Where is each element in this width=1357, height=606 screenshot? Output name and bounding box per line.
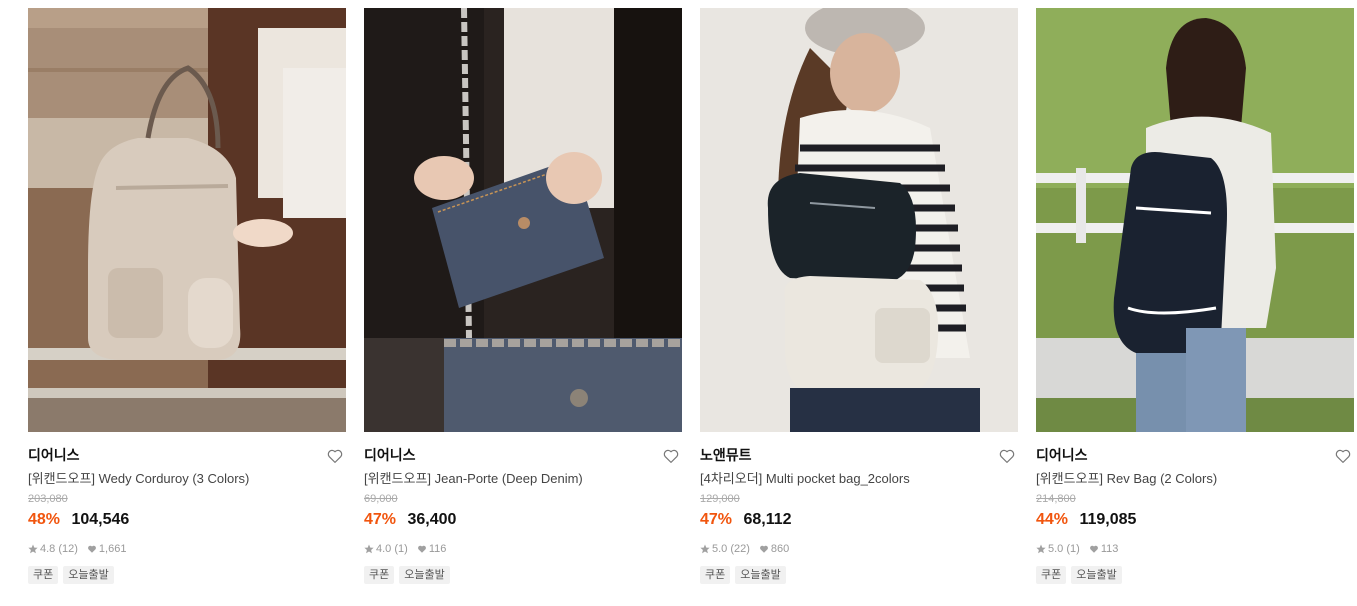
heart-outline-icon <box>1335 449 1351 463</box>
star-icon <box>28 544 38 554</box>
sale-price: 36,400 <box>407 511 457 528</box>
tag-coupon: 쿠폰 <box>28 566 59 584</box>
sale-price: 68,112 <box>743 511 792 528</box>
product-image[interactable] <box>28 8 346 432</box>
product-name[interactable]: [4차리오더] Multi pocket bag_2colors <box>700 471 1018 487</box>
original-price: 69,000 <box>364 493 398 505</box>
rating: 5.0 <box>712 543 728 555</box>
like-button[interactable] <box>662 447 680 465</box>
star-icon <box>700 544 710 554</box>
product-name[interactable]: [위캔드오프] Wedy Corduroy (3 Colors) <box>28 471 346 487</box>
like-count: 1,661 <box>98 543 127 555</box>
star-icon <box>1036 544 1046 554</box>
heart-outline-icon <box>999 449 1015 463</box>
tag-today-shipping: 오늘출발 <box>399 566 450 584</box>
tag-list: 쿠폰 오늘출발 <box>1036 566 1354 584</box>
heart-outline-icon <box>327 449 343 463</box>
product-grid: 디어니스 [위캔드오프] Wedy Corduroy (3 Colors) 20… <box>28 8 1354 584</box>
heart-filled-icon <box>759 544 769 554</box>
product-image[interactable] <box>1036 8 1354 432</box>
heart-filled-icon <box>417 544 427 554</box>
brand-name[interactable]: 디어니스 <box>28 446 346 464</box>
tag-today-shipping: 오늘출발 <box>735 566 786 584</box>
rating: 4.8 <box>40 543 56 555</box>
tag-list: 쿠폰 오늘출발 <box>364 566 682 584</box>
like-button[interactable] <box>326 447 344 465</box>
heart-filled-icon <box>87 544 97 554</box>
heart-outline-icon <box>663 449 679 463</box>
discount-rate: 48% <box>28 511 61 528</box>
product-name[interactable]: [위캔드오프] Rev Bag (2 Colors) <box>1036 471 1354 487</box>
product-info: 노앤뮤트 [4차리오더] Multi pocket bag_2colors 12… <box>700 432 1018 584</box>
review-count: (22) <box>730 543 750 555</box>
original-price: 214,800 <box>1036 493 1076 505</box>
sale-price: 119,085 <box>1079 511 1137 528</box>
product-card[interactable]: 노앤뮤트 [4차리오더] Multi pocket bag_2colors 12… <box>700 8 1018 584</box>
brand-name[interactable]: 노앤뮤트 <box>700 446 1018 464</box>
discount-rate: 47% <box>700 511 733 528</box>
tag-today-shipping: 오늘출발 <box>1071 566 1122 584</box>
brand-name[interactable]: 디어니스 <box>1036 446 1354 464</box>
discount-rate: 44% <box>1036 511 1069 528</box>
review-count: (1) <box>394 543 408 555</box>
star-icon <box>364 544 374 554</box>
product-card[interactable]: 디어니스 [위캔드오프] Jean-Porte (Deep Denim) 69,… <box>364 8 682 584</box>
original-price: 203,080 <box>28 493 68 505</box>
product-info: 디어니스 [위캔드오프] Jean-Porte (Deep Denim) 69,… <box>364 432 682 584</box>
price-row: 47% 36,400 <box>364 510 682 530</box>
sale-price: 104,546 <box>71 511 130 528</box>
tag-list: 쿠폰 오늘출발 <box>700 566 1018 584</box>
product-name[interactable]: [위캔드오프] Jean-Porte (Deep Denim) <box>364 471 682 487</box>
tag-coupon: 쿠폰 <box>364 566 395 584</box>
rating: 5.0 <box>1048 543 1064 555</box>
tag-coupon: 쿠폰 <box>700 566 731 584</box>
product-image[interactable] <box>364 8 682 432</box>
brand-name[interactable]: 디어니스 <box>364 446 682 464</box>
tag-today-shipping: 오늘출발 <box>63 566 114 584</box>
like-count: 113 <box>1100 543 1119 555</box>
discount-rate: 47% <box>364 511 397 528</box>
product-stats: 5.0 (1) 113 <box>1036 542 1354 556</box>
review-count: (1) <box>1066 543 1080 555</box>
price-row: 48% 104,546 <box>28 510 346 530</box>
heart-filled-icon <box>1089 544 1099 554</box>
like-count: 860 <box>770 543 790 555</box>
product-stats: 4.0 (1) 116 <box>364 542 682 556</box>
price-row: 44% 119,085 <box>1036 510 1354 530</box>
tag-coupon: 쿠폰 <box>1036 566 1067 584</box>
product-stats: 5.0 (22) 860 <box>700 542 1018 556</box>
review-count: (12) <box>58 543 78 555</box>
like-button[interactable] <box>1334 447 1352 465</box>
product-image[interactable] <box>700 8 1018 432</box>
rating: 4.0 <box>376 543 392 555</box>
product-info: 디어니스 [위캔드오프] Wedy Corduroy (3 Colors) 20… <box>28 432 346 584</box>
original-price: 129,000 <box>700 493 740 505</box>
product-info: 디어니스 [위캔드오프] Rev Bag (2 Colors) 214,800 … <box>1036 432 1354 584</box>
price-row: 47% 68,112 <box>700 510 1018 530</box>
like-button[interactable] <box>998 447 1016 465</box>
product-stats: 4.8 (12) 1,661 <box>28 542 346 556</box>
like-count: 116 <box>428 543 447 555</box>
tag-list: 쿠폰 오늘출발 <box>28 566 346 584</box>
product-card[interactable]: 디어니스 [위캔드오프] Rev Bag (2 Colors) 214,800 … <box>1036 8 1354 584</box>
product-card[interactable]: 디어니스 [위캔드오프] Wedy Corduroy (3 Colors) 20… <box>28 8 346 584</box>
